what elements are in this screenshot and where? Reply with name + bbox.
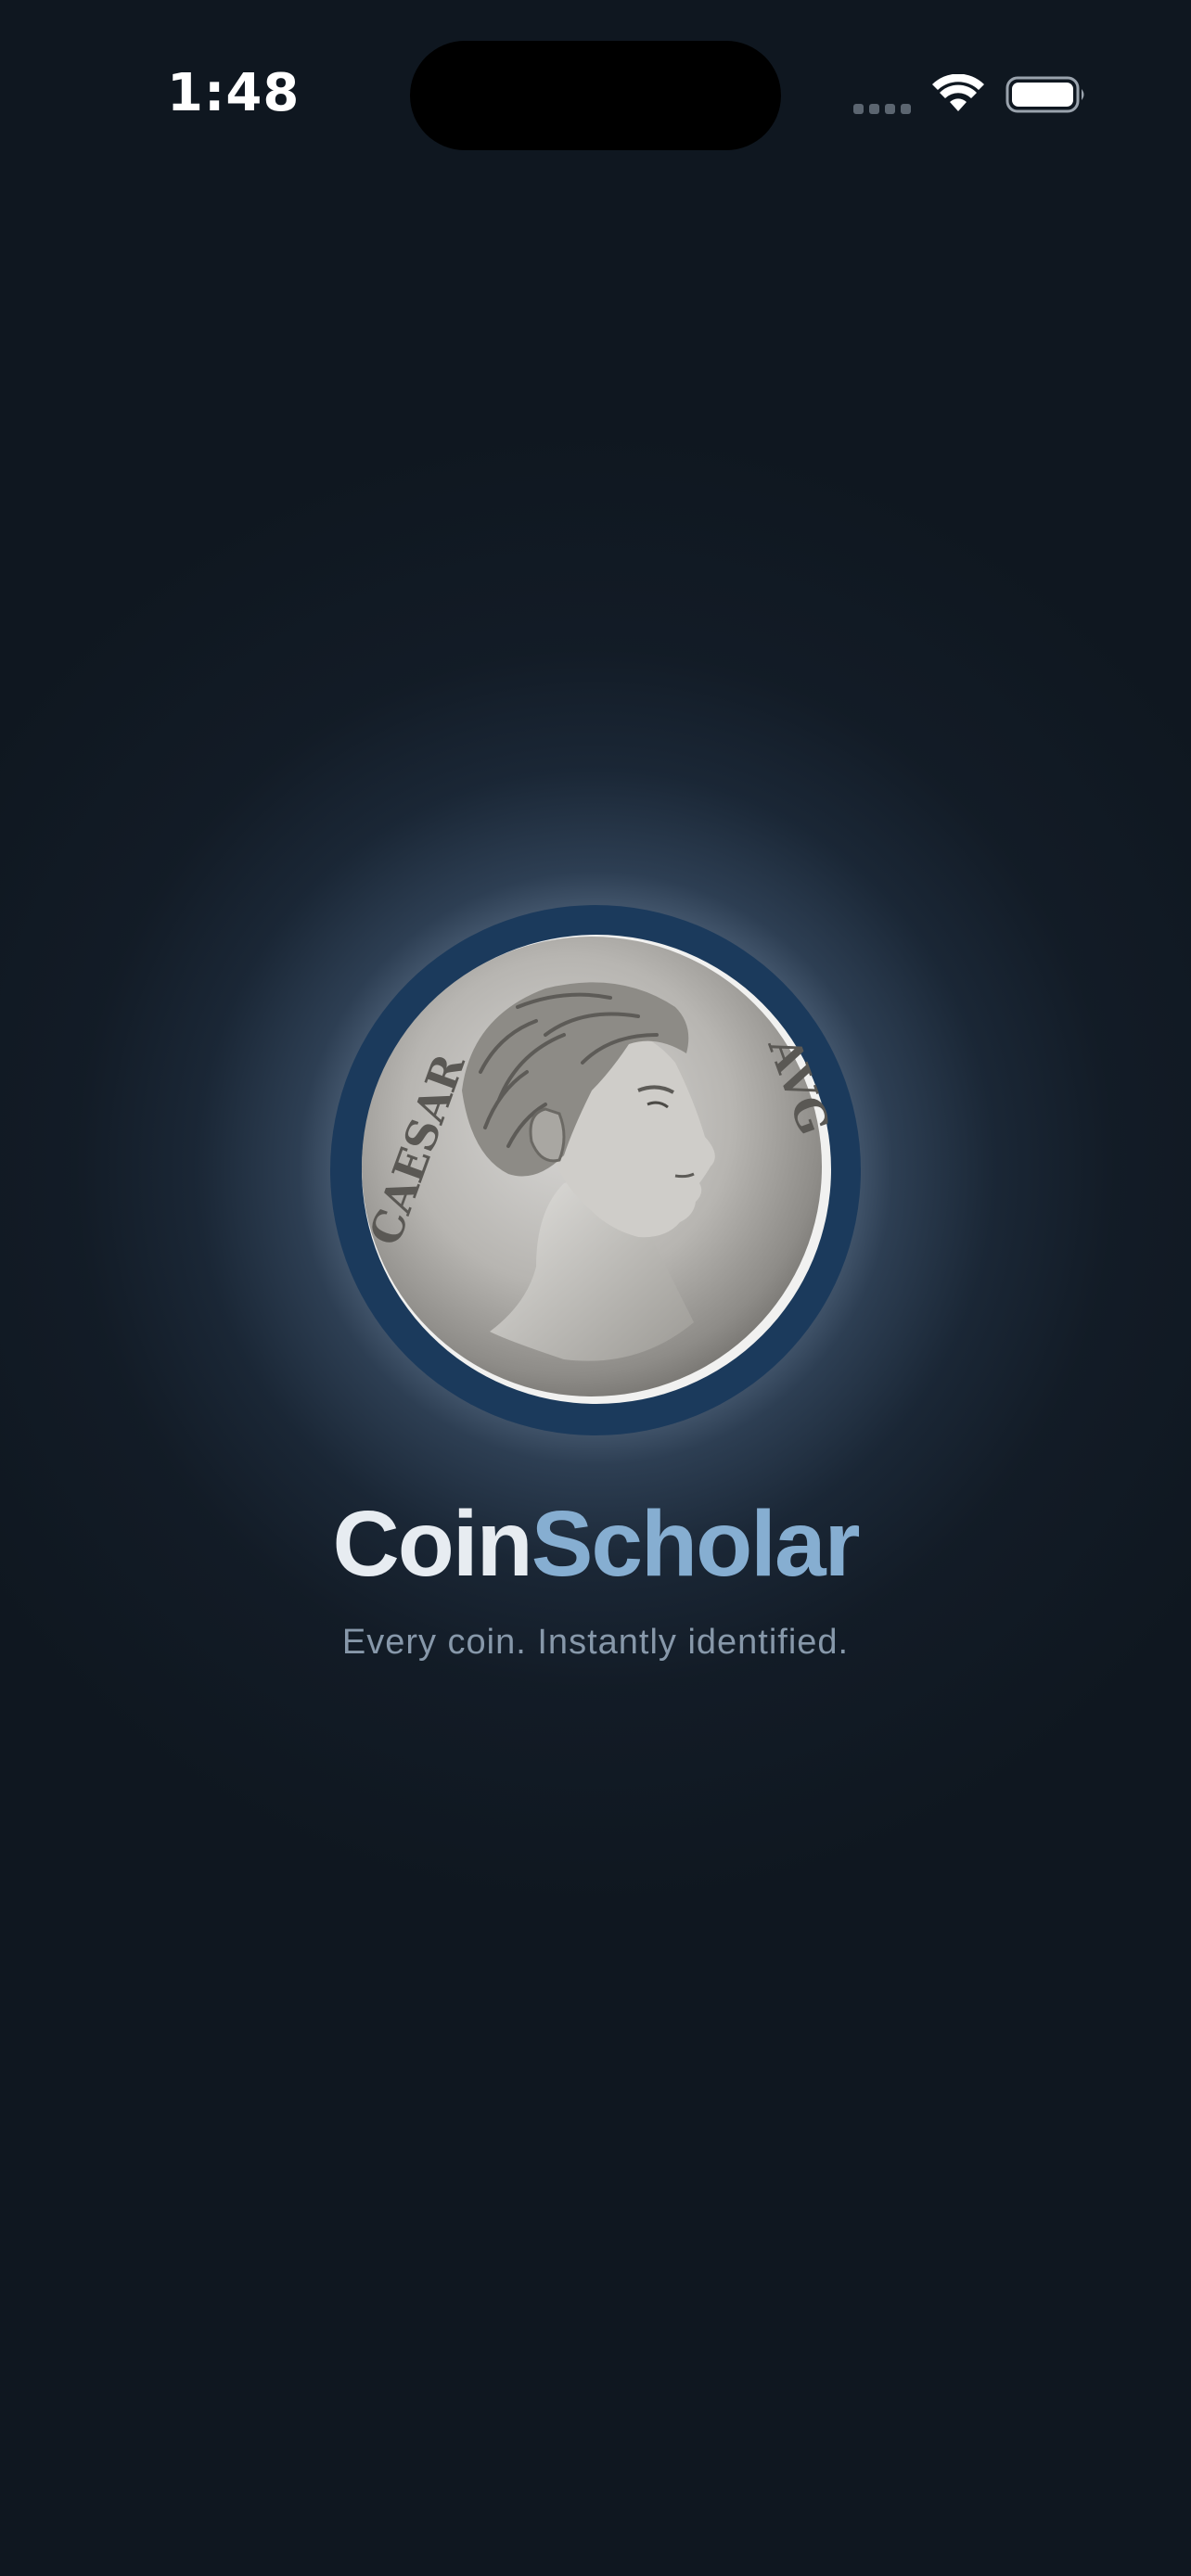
- wifi-icon: [932, 74, 984, 111]
- brand-word-scholar: Scholar: [531, 1492, 861, 1596]
- app-tagline: Every coin. Instantly identified.: [341, 1623, 850, 1662]
- dynamic-island: [410, 41, 781, 150]
- brand-word-coin: Coin: [332, 1492, 533, 1596]
- splash-screen: 1:48 CAESAR AVG CoinScholar Every coin. …: [0, 0, 1191, 2576]
- status-bar: 1:48: [0, 0, 1191, 185]
- roman-coin-image: CAESAR AVG: [360, 935, 833, 1404]
- battery-icon: [1005, 76, 1084, 113]
- status-time: 1:48: [167, 63, 301, 123]
- app-brand-title: CoinScholar: [0, 1488, 1191, 1600]
- cellular-signal-icon: [853, 104, 913, 117]
